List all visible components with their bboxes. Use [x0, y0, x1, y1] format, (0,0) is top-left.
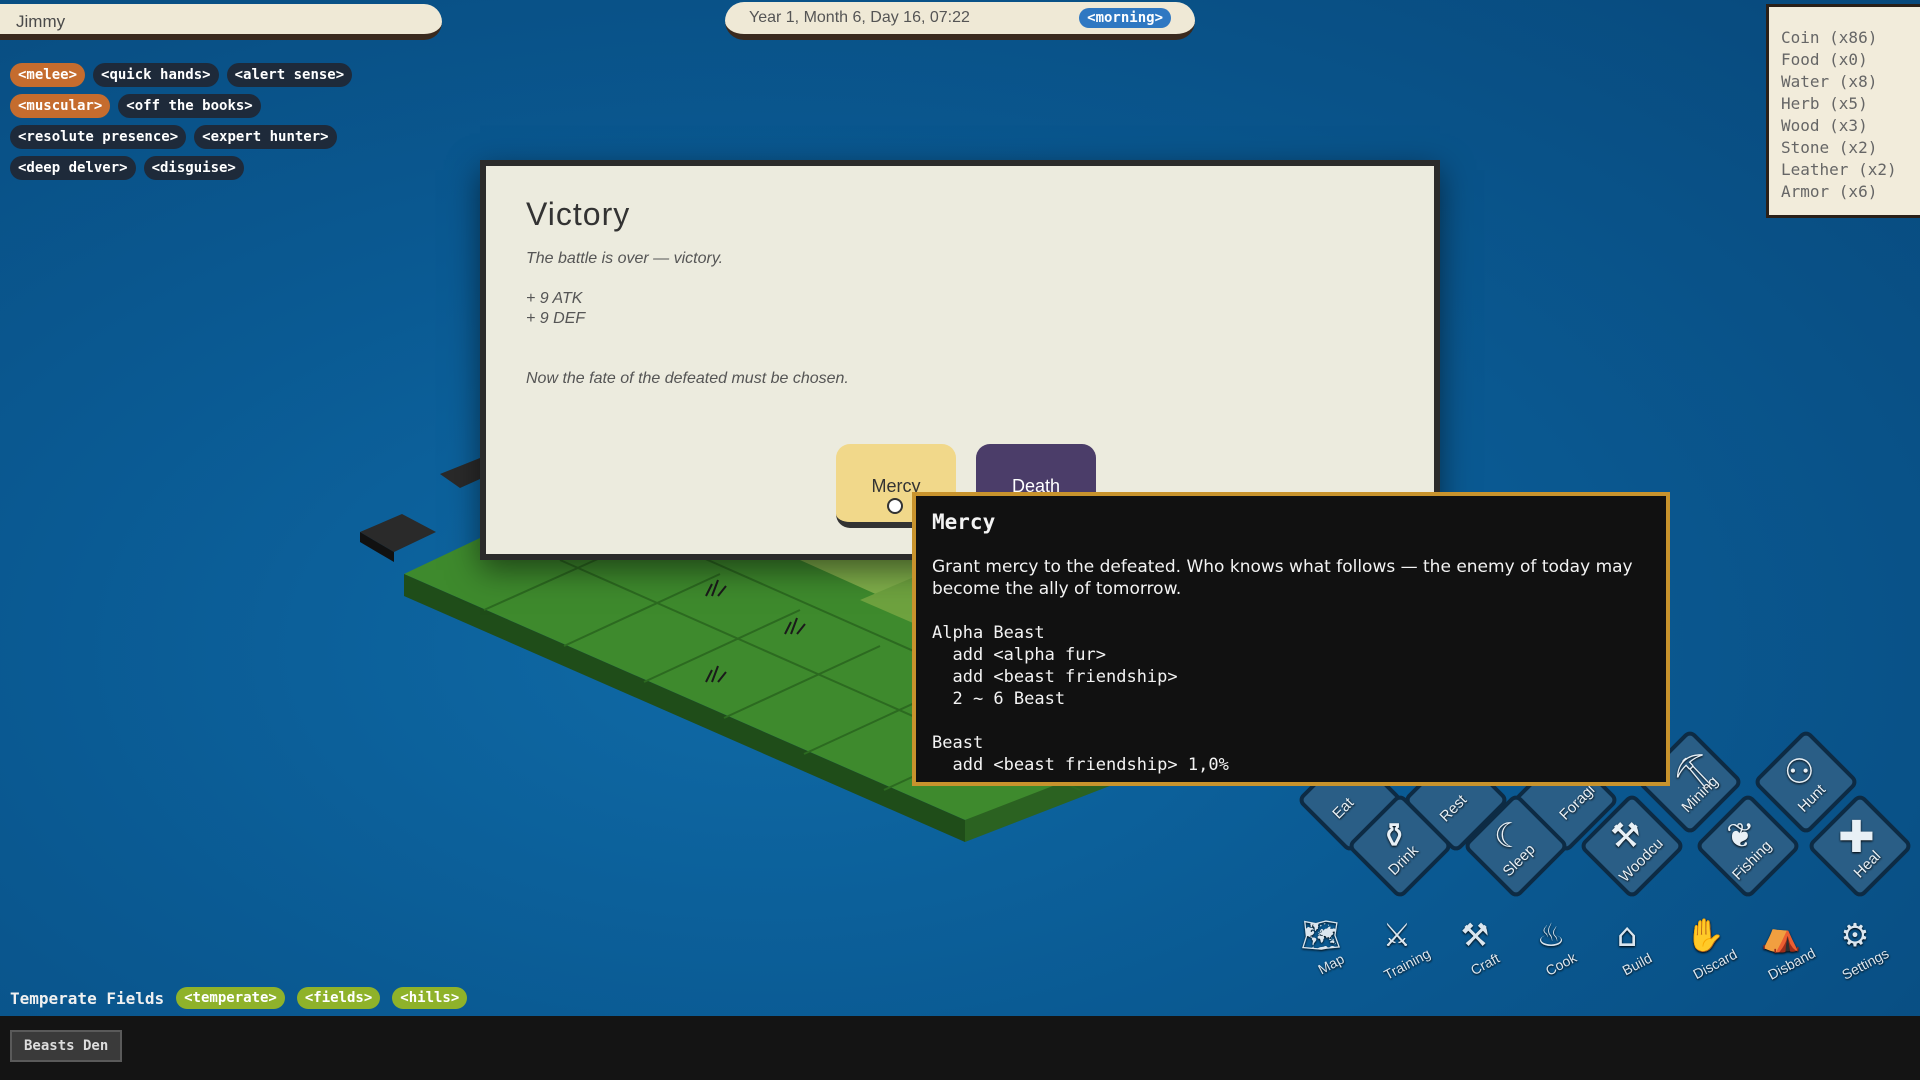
cursor-icon: [887, 498, 903, 514]
training-button[interactable]: ⚔ Training: [1362, 916, 1433, 986]
map-button[interactable]: 🗺 Map: [1286, 916, 1356, 986]
dialog-summary: The battle is over — victory.: [526, 250, 724, 267]
tooltip-line: add <alpha fur>: [932, 645, 1106, 665]
cook-button[interactable]: ♨ Cook: [1516, 916, 1586, 986]
tooltip-description: Grant mercy to the defeated. Who knows w…: [932, 557, 1633, 599]
trap-icon: ⚇: [1784, 752, 1815, 792]
disband-button[interactable]: ⛺ Disband: [1746, 916, 1818, 986]
mercy-tooltip: Mercy Grant mercy to the defeated. Who k…: [912, 492, 1670, 786]
dialog-prompt: Now the fate of the defeated must be cho…: [526, 370, 849, 387]
region-tag[interactable]: <temperate>: [176, 987, 285, 1009]
region-name: Temperate Fields: [10, 988, 165, 1008]
location-tab[interactable]: Beasts Den: [10, 1030, 123, 1062]
tooltip-line: Beast: [932, 733, 984, 753]
craft-button[interactable]: ⚒ Craft: [1440, 916, 1510, 986]
dialog-title: Victory: [526, 196, 631, 232]
tooltip-line: add <beast friendship> 1,0%: [932, 755, 1229, 775]
tooltip-title: Mercy: [932, 510, 996, 534]
location-tab-label: Beasts Den: [24, 1038, 109, 1054]
tooltip-line: 2 ~ 6 Beast: [932, 689, 1066, 709]
region-bar: Temperate Fields <temperate> <fields> <h…: [10, 987, 468, 1009]
discard-button[interactable]: ✋ Discard: [1670, 916, 1740, 986]
tooltip-line: Alpha Beast: [932, 623, 1045, 643]
tooltip-line: add <beast friendship>: [932, 667, 1178, 687]
region-tag[interactable]: <fields>: [296, 987, 381, 1009]
bottom-strip: [0, 1016, 1920, 1080]
gain-def: + 9 DEF: [526, 310, 586, 327]
settings-button[interactable]: ⚙ Settings: [1820, 916, 1891, 986]
axe-icon: ⚒: [1610, 816, 1641, 856]
build-button[interactable]: ⌂ Build: [1592, 916, 1662, 986]
tooltip-gap: [932, 710, 1650, 732]
region-tag[interactable]: <hills>: [392, 987, 468, 1009]
gain-atk: + 9 ATK: [526, 290, 583, 307]
